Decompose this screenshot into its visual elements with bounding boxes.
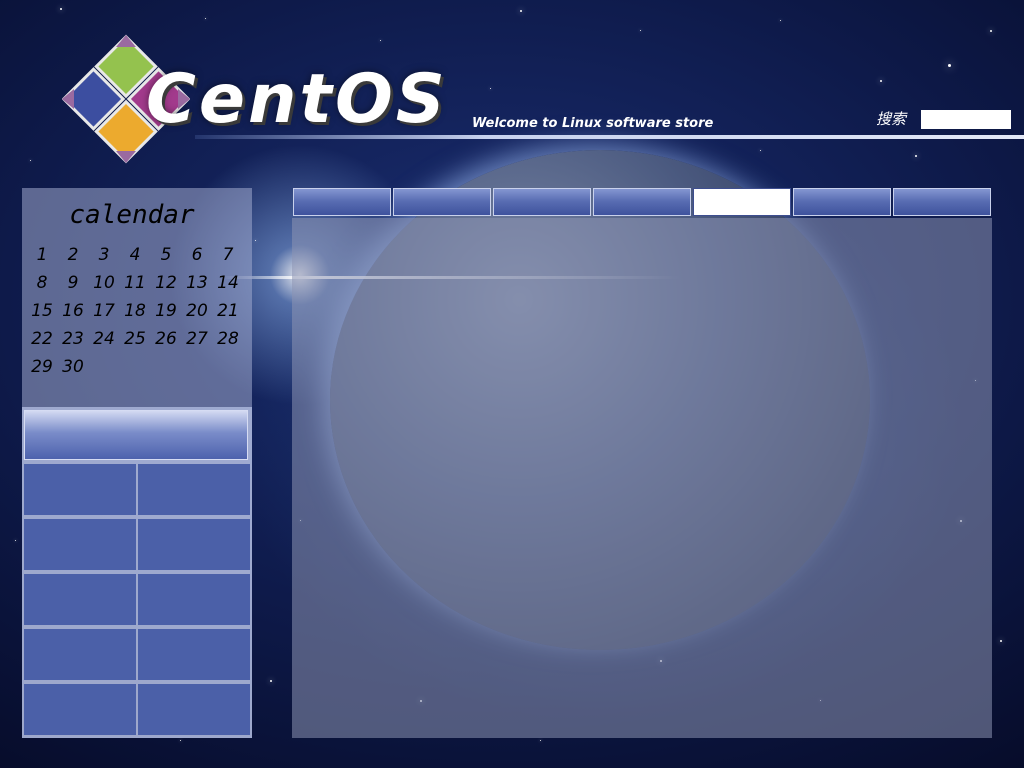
grid-cell[interactable] <box>138 629 250 680</box>
star <box>520 10 522 12</box>
calendar-day: 8 <box>36 273 48 293</box>
calendar-panel: calendar 1 2 3 4 5 6 7 8 9 10 11 12 13 14 15 16 17 18 19 20… <box>22 188 252 407</box>
star <box>915 155 917 157</box>
calendar-day: 14 <box>217 273 239 293</box>
grid-cell[interactable] <box>24 574 136 625</box>
tagline: Welcome to Linux software store <box>472 116 714 131</box>
calendar-day: 6 <box>191 245 203 265</box>
tab-3[interactable] <box>493 188 591 216</box>
calendar-day: 10 <box>93 273 115 293</box>
tab-bar <box>292 188 992 218</box>
grid-cell[interactable] <box>24 629 136 680</box>
tab-4[interactable] <box>593 188 691 216</box>
calendar-day: 7 <box>222 245 234 265</box>
star <box>60 8 62 10</box>
calendar-day: 4 <box>129 245 141 265</box>
calendar-day: 29 <box>31 357 53 377</box>
calendar-day: 12 <box>155 273 177 293</box>
star <box>15 540 16 541</box>
grid-cell[interactable] <box>138 574 250 625</box>
main-content-panel <box>292 218 992 738</box>
calendar-day: 17 <box>93 301 115 321</box>
calendar-day: 5 <box>160 245 172 265</box>
star <box>1000 640 1002 642</box>
calendar-day: 25 <box>124 329 146 349</box>
grid-cell[interactable] <box>138 519 250 570</box>
star <box>640 30 641 31</box>
left-grid-header[interactable] <box>24 410 248 460</box>
calendar-day: 13 <box>186 273 208 293</box>
logo-text: CentOS <box>146 60 448 139</box>
star <box>760 150 761 151</box>
calendar-day: 1 <box>36 245 48 265</box>
tab-2[interactable] <box>393 188 491 216</box>
calendar-day: 26 <box>155 329 177 349</box>
star <box>380 40 381 41</box>
grid-cell[interactable] <box>24 464 136 515</box>
tab-7[interactable] <box>893 188 991 216</box>
calendar-day: 27 <box>186 329 208 349</box>
tab-6[interactable] <box>793 188 891 216</box>
star <box>180 740 181 741</box>
star <box>270 680 272 682</box>
calendar-title: calendar <box>69 200 195 230</box>
star <box>990 30 992 32</box>
calendar-day: 22 <box>31 329 53 349</box>
grid-cell[interactable] <box>24 684 136 735</box>
star <box>540 740 541 741</box>
calendar-day: 16 <box>62 301 84 321</box>
left-grid-panel <box>22 407 252 738</box>
star <box>780 20 781 21</box>
calendar-day: 15 <box>31 301 53 321</box>
star <box>948 64 951 67</box>
search-input[interactable] <box>921 110 1011 129</box>
star <box>880 80 882 82</box>
calendar-day: 30 <box>62 357 84 377</box>
calendar-day: 20 <box>186 301 208 321</box>
tab-5[interactable] <box>693 188 791 216</box>
calendar-day: 23 <box>62 329 84 349</box>
header-divider <box>195 135 1024 139</box>
star <box>490 88 491 89</box>
star <box>205 18 206 19</box>
calendar-day: 19 <box>155 301 177 321</box>
calendar-day: 28 <box>217 329 239 349</box>
search-label: 搜索 <box>876 110 907 128</box>
star <box>30 160 31 161</box>
calendar-day: 24 <box>93 329 115 349</box>
calendar-day: 18 <box>124 301 146 321</box>
calendar-day: 21 <box>217 301 239 321</box>
star <box>255 240 256 241</box>
calendar-day: 2 <box>67 245 79 265</box>
tab-1[interactable] <box>293 188 391 216</box>
calendar-day: 11 <box>124 273 146 293</box>
grid-cell[interactable] <box>24 519 136 570</box>
grid-cell[interactable] <box>138 684 250 735</box>
calendar-day: 9 <box>67 273 79 293</box>
grid-cell[interactable] <box>138 464 250 515</box>
calendar-day: 3 <box>98 245 110 265</box>
